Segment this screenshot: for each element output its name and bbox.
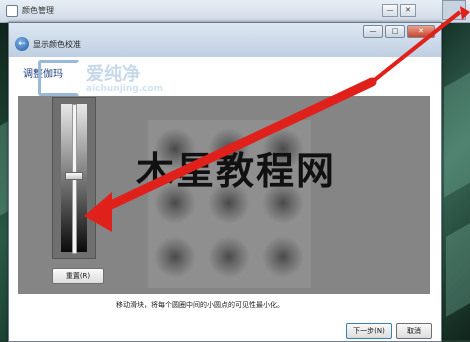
reset-button[interactable]: 重置(R) [52,268,104,284]
cancel-button[interactable]: 取消 [396,323,432,339]
desktop-shard [446,223,470,317]
gamma-circle [208,236,250,278]
gamma-slider[interactable] [52,97,96,259]
close-button[interactable]: ✕ [400,4,416,17]
gamma-circle [154,236,196,278]
back-button[interactable]: ← [15,37,29,51]
watermark-logo-icon [38,60,80,96]
watermark-logo-url: aichunjing.com [86,84,164,94]
watermark-overlay-text: 木星教程网 [136,149,337,193]
watermark-logo-text: 爱纯净 [86,64,140,85]
window-controls: — □ ✕ [363,25,435,38]
slider-thumb[interactable] [65,172,83,181]
desktop-shard [444,72,470,198]
maximize-button[interactable]: □ [385,25,405,38]
instruction-text: 移动滑块，将每个圆圈中间的小圆点的可见性最小化。 [116,301,284,309]
minimize-button[interactable]: — [382,4,398,17]
minimize-button[interactable]: — [363,25,383,38]
title-bar: ← 显示颜色校准 — □ ✕ [9,23,441,57]
next-button[interactable]: 下一步(N) [346,323,392,339]
close-button[interactable]: ✕ [407,25,435,38]
window-title: 显示颜色校准 [33,40,81,49]
gamma-circle [262,236,304,278]
background-window-title: 颜色管理 [22,6,54,15]
color-management-icon [6,5,18,17]
taskbar-tray-icon[interactable] [442,0,466,20]
background-window-controls: — ✕ [382,4,416,17]
background-window[interactable]: 颜色管理 — ✕ [0,0,470,23]
